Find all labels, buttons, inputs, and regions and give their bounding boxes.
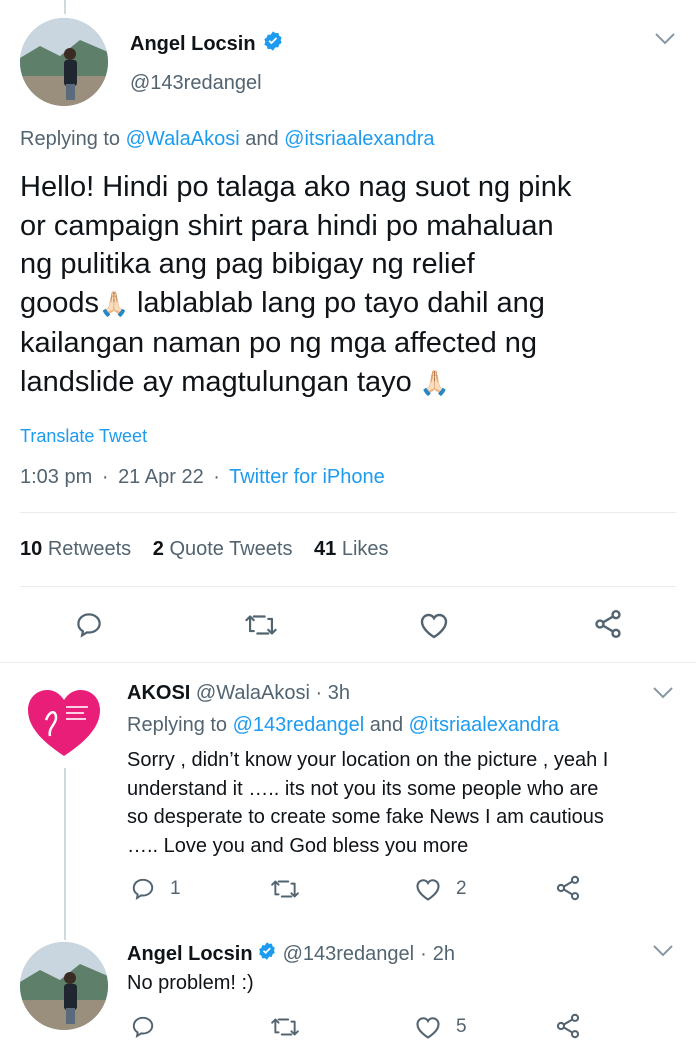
reply1-author-name[interactable]: AKOSI bbox=[127, 682, 190, 704]
main-author-name[interactable]: Angel Locsin bbox=[130, 33, 256, 56]
reply-button[interactable] bbox=[74, 610, 104, 640]
reply-button[interactable]: 1 bbox=[130, 876, 181, 902]
like-icon bbox=[416, 879, 440, 901]
quote-tweets-stat[interactable]: 2 Quote Tweets bbox=[153, 538, 298, 560]
divider bbox=[20, 512, 676, 513]
tweet-source[interactable]: Twitter for iPhone bbox=[229, 466, 385, 488]
reply-mention-2[interactable]: @itsriaalexandra bbox=[409, 714, 559, 736]
verified-icon bbox=[262, 30, 284, 58]
tweet-text-line: ng pulitika ang pag bibigay ng relief bbox=[20, 248, 475, 280]
main-author-handle[interactable]: @143redangel bbox=[130, 72, 262, 95]
tweet-timestamp: 1:03 pm · 21 Apr 22 · Twitter for iPhone bbox=[20, 466, 385, 488]
share-icon bbox=[595, 610, 621, 638]
reply-count: 1 bbox=[170, 878, 181, 899]
divider bbox=[20, 586, 676, 587]
tweet-text-line: or campaign shirt para hindi po mahaluan bbox=[20, 209, 554, 242]
tweet-text-line: lablablab lang po tayo dahil ang bbox=[128, 286, 545, 319]
retweet-icon bbox=[271, 1018, 299, 1036]
retweet-button[interactable] bbox=[244, 610, 278, 640]
reply2-text: No problem! :) bbox=[127, 972, 254, 994]
reply-mention-2[interactable]: @itsriaalexandra bbox=[284, 128, 434, 150]
reply-button[interactable] bbox=[130, 1014, 170, 1040]
pray-emoji: 🙏🏻 bbox=[99, 290, 129, 318]
retweets-stat[interactable]: 10 Retweets bbox=[20, 538, 137, 560]
avatar-angel-reply[interactable] bbox=[20, 942, 108, 1030]
thread-line-top bbox=[64, 0, 66, 14]
share-button[interactable] bbox=[554, 874, 582, 902]
retweet-icon bbox=[245, 615, 277, 635]
tweet-text-line: landslide ay magtulungan tayo bbox=[20, 365, 420, 398]
like-icon bbox=[416, 1017, 440, 1039]
chevron-down-icon[interactable] bbox=[652, 686, 674, 705]
reply-text-line: so desperate to create some fake News I … bbox=[127, 806, 604, 828]
reply-icon bbox=[132, 878, 154, 901]
tweet-time[interactable]: 1:03 pm bbox=[20, 466, 92, 488]
reply-icon bbox=[132, 1016, 154, 1039]
like-count: 2 bbox=[456, 878, 467, 899]
tweet-text-line: Hello! Hindi po talaga ako nag suot ng p… bbox=[20, 171, 572, 203]
reply2-author-handle[interactable]: @143redangel bbox=[283, 943, 415, 966]
reply-mention-1[interactable]: @WalaAkosi bbox=[126, 128, 240, 150]
main-replying-to: Replying to @WalaAkosi and @itsriaalexan… bbox=[20, 128, 435, 150]
tweet-text-line: goods bbox=[20, 286, 100, 319]
verified-icon bbox=[257, 941, 277, 967]
reply-icon bbox=[77, 613, 101, 638]
reply2-author-name[interactable]: Angel Locsin bbox=[127, 943, 253, 966]
divider bbox=[0, 662, 696, 663]
share-button[interactable] bbox=[592, 608, 624, 640]
avatar-angel-main[interactable] bbox=[20, 18, 108, 106]
share-icon bbox=[556, 875, 580, 901]
retweet-button[interactable] bbox=[270, 1014, 314, 1040]
thread-line bbox=[64, 768, 66, 940]
like-count: 5 bbox=[456, 1016, 467, 1037]
reply-text-line: understand it ….. its not you its some p… bbox=[127, 777, 599, 800]
main-tweet-text: Hello! Hindi po talaga ako nag suot ng p… bbox=[20, 168, 690, 403]
reply2-time[interactable]: 2h bbox=[433, 943, 455, 966]
likes-stat[interactable]: 41 Likes bbox=[314, 538, 389, 560]
reply1-author-handle[interactable]: @WalaAkosi bbox=[196, 682, 310, 704]
tweet-date[interactable]: 21 Apr 22 bbox=[118, 466, 204, 488]
chevron-down-icon[interactable] bbox=[654, 32, 676, 51]
reply1-text: Sorry , didn’t know your location on the… bbox=[127, 746, 692, 860]
reply1-replying-to: Replying to @143redangel and @itsriaalex… bbox=[127, 714, 560, 736]
reply1-time[interactable]: 3h bbox=[328, 682, 350, 704]
like-button[interactable] bbox=[418, 610, 450, 640]
pray-emoji: 🙏🏻 bbox=[419, 369, 450, 397]
reply2-header: Angel Locsin @143redangel · 2h bbox=[127, 941, 455, 967]
reply-mention-1[interactable]: @143redangel bbox=[233, 714, 365, 736]
like-icon bbox=[420, 613, 448, 639]
share-button[interactable] bbox=[554, 1012, 582, 1040]
engagement-stats: 10 Retweets 2 Quote Tweets 41 Likes bbox=[20, 538, 389, 561]
avatar-akosi[interactable] bbox=[20, 676, 108, 764]
reply1-header: AKOSI @WalaAkosi · 3h bbox=[127, 682, 350, 704]
translate-tweet-link[interactable]: Translate Tweet bbox=[20, 426, 147, 447]
reply-text-line: Sorry , didn’t know your location on the… bbox=[127, 749, 609, 771]
like-button[interactable]: 2 bbox=[414, 876, 467, 902]
retweet-button[interactable] bbox=[270, 876, 314, 902]
reply-text-line: ….. Love you and God bless you more bbox=[127, 834, 469, 857]
chevron-down-icon[interactable] bbox=[652, 944, 674, 963]
tweet-text-line: kailangan naman po ng mga affected ng bbox=[20, 327, 538, 359]
like-button[interactable]: 5 bbox=[414, 1014, 467, 1040]
share-icon bbox=[556, 1013, 580, 1039]
retweet-icon bbox=[271, 880, 299, 898]
